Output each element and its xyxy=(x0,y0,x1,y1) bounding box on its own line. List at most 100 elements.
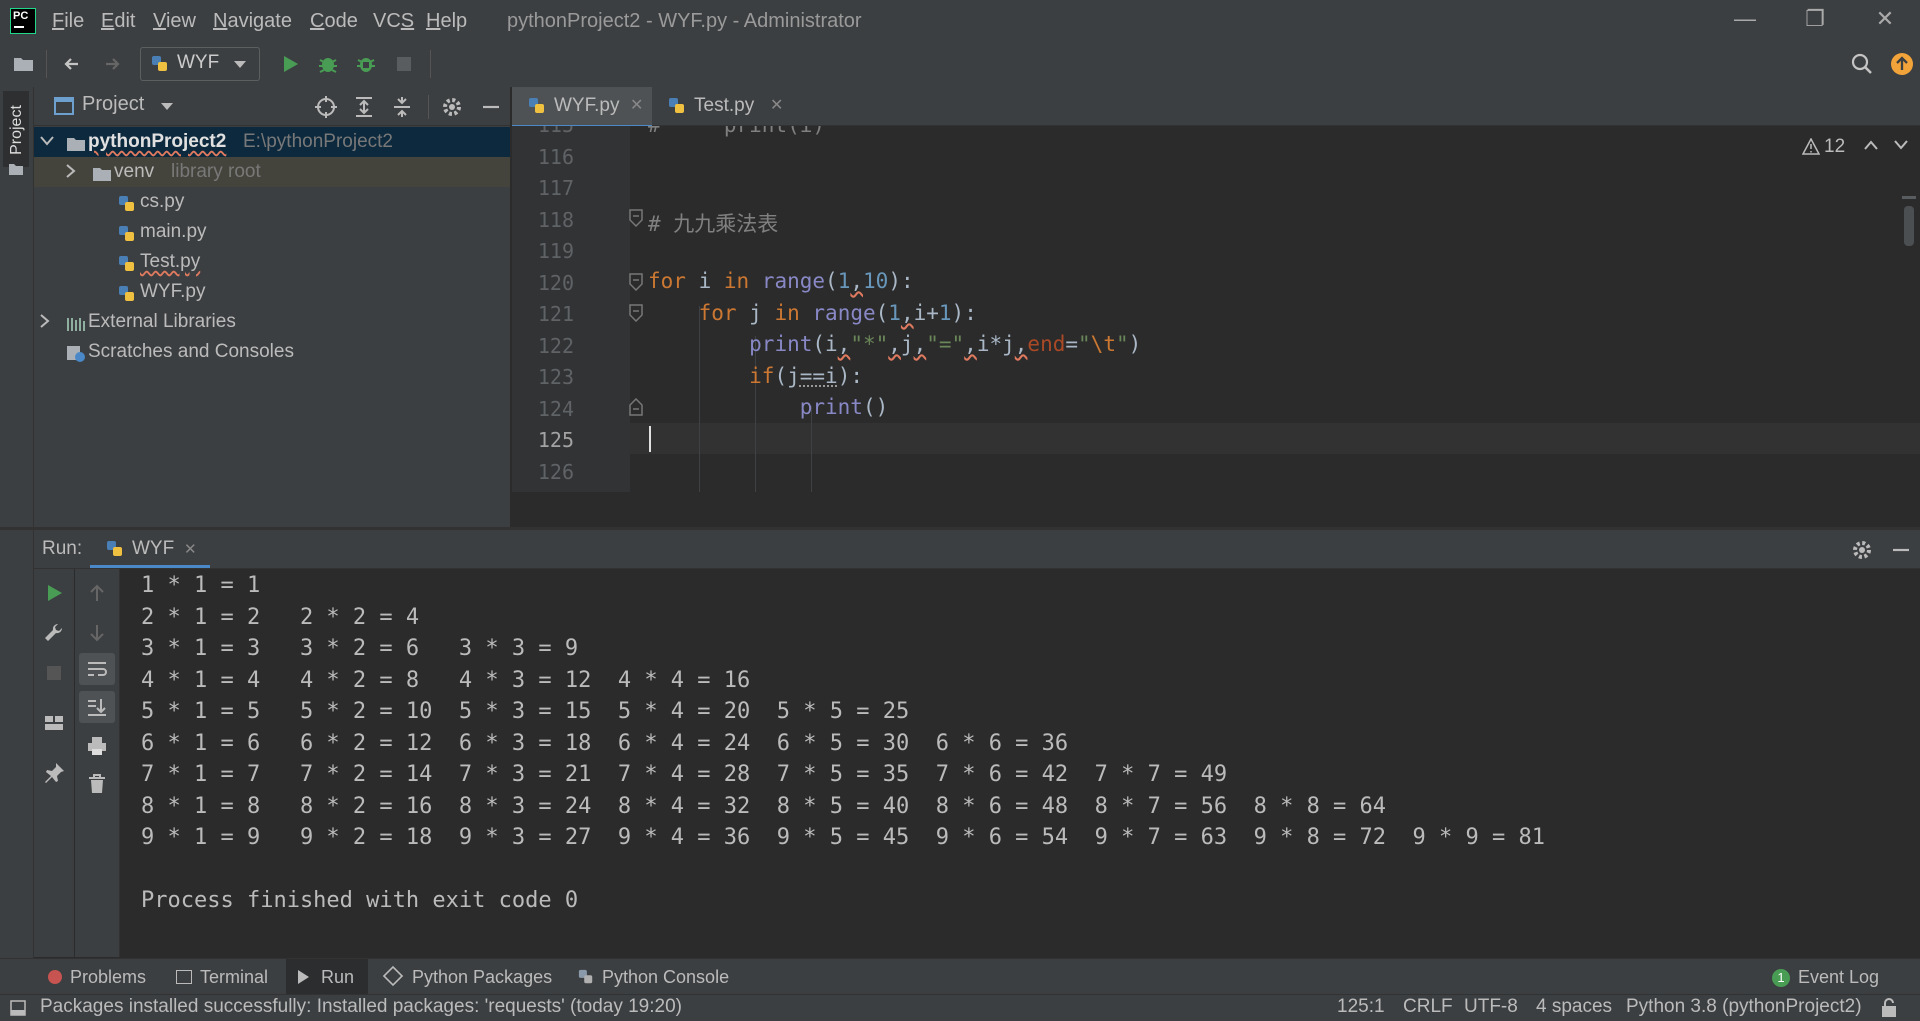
main-toolbar: WYF xyxy=(0,42,1920,88)
fold-marker-icon[interactable] xyxy=(628,304,644,322)
event-log-button[interactable]: 1 Event Log xyxy=(1772,959,1879,995)
stop-icon[interactable] xyxy=(390,50,418,78)
rerun-icon[interactable] xyxy=(42,581,66,605)
menu-code[interactable]: Code xyxy=(310,10,358,33)
line-separator[interactable]: CRLF xyxy=(1403,996,1453,1018)
chevron-down-icon[interactable] xyxy=(40,127,54,157)
caret-position[interactable]: 125:1 xyxy=(1337,996,1385,1018)
close-tab-icon[interactable]: ✕ xyxy=(184,540,197,558)
menu-edit[interactable]: Edit xyxy=(101,10,135,33)
line-number: 122 xyxy=(537,333,574,358)
line-number: 118 xyxy=(537,207,574,232)
print-icon[interactable] xyxy=(85,734,109,758)
status-message[interactable]: Packages installed successfully: Install… xyxy=(40,996,682,1018)
tree-item-cs-py[interactable]: cs.py xyxy=(34,187,510,217)
python-icon xyxy=(107,541,122,556)
status-bar: Packages installed successfully: Install… xyxy=(0,994,1920,1021)
tree-item-venv[interactable]: venv library root xyxy=(34,157,510,187)
project-panel-title[interactable]: Project xyxy=(82,93,144,116)
soft-wrap-toggle[interactable] xyxy=(79,653,115,685)
stop-icon[interactable] xyxy=(42,661,66,685)
tab-problems[interactable]: Problems xyxy=(48,959,146,995)
run-console-output[interactable]: 1 * 1 = 1 2 * 1 = 2 2 * 2 = 4 3 * 1 = 3 3 … xyxy=(120,569,1920,957)
tree-item-test-py[interactable]: Test.py xyxy=(34,247,510,277)
chevron-up-icon[interactable] xyxy=(1864,140,1878,150)
back-arrow-icon[interactable] xyxy=(58,50,86,78)
menu-help[interactable]: Help xyxy=(426,10,467,33)
restore-button[interactable]: ❐ xyxy=(1795,6,1835,36)
minimize-button[interactable]: — xyxy=(1725,6,1765,36)
line-number: 124 xyxy=(537,396,574,421)
tab-python-console[interactable]: Python Console xyxy=(578,959,729,995)
code-editor[interactable]: 115 116 117 118 119 120 121 122 123 124 125 126 # p… xyxy=(512,126,1920,492)
open-folder-icon[interactable] xyxy=(10,50,38,78)
gear-icon[interactable] xyxy=(1850,538,1874,562)
chevron-down-icon[interactable] xyxy=(1894,140,1908,150)
python-interpreter[interactable]: Python 3.8 (pythonProject2) xyxy=(1626,996,1862,1018)
chevron-down-icon[interactable] xyxy=(160,102,174,112)
hide-panel-icon[interactable] xyxy=(480,95,502,119)
run-configuration-select[interactable]: WYF xyxy=(140,47,260,81)
gear-icon[interactable] xyxy=(440,95,464,119)
left-tool-strip: Project xyxy=(0,87,34,959)
expand-all-icon[interactable] xyxy=(352,95,376,119)
pin-icon[interactable] xyxy=(42,761,66,785)
tree-item-wyf-py[interactable]: WYF.py xyxy=(34,277,510,307)
tree-item-external-libraries[interactable]: External Libraries xyxy=(34,307,510,337)
file-encoding[interactable]: UTF-8 xyxy=(1464,996,1518,1018)
project-tool-tab[interactable]: Project xyxy=(3,91,29,167)
menu-vcs[interactable]: VCS xyxy=(373,10,414,33)
hide-panel-icon[interactable] xyxy=(1890,538,1912,562)
menu-navigate[interactable]: Navigate xyxy=(213,10,292,33)
arrow-up-icon[interactable] xyxy=(85,581,109,605)
trash-icon[interactable] xyxy=(85,772,109,796)
forward-arrow-icon[interactable] xyxy=(98,50,126,78)
coverage-bug-icon[interactable] xyxy=(352,50,380,78)
close-tab-icon[interactable]: ✕ xyxy=(770,87,783,125)
menu-file[interactable]: File xyxy=(52,10,84,33)
fold-marker-icon[interactable] xyxy=(628,273,644,291)
collapse-all-icon[interactable] xyxy=(390,95,414,119)
locate-target-icon[interactable] xyxy=(314,95,338,119)
toggle-tool-windows-icon[interactable] xyxy=(10,1000,26,1016)
tab-python-packages[interactable]: Python Packages xyxy=(382,959,552,995)
indent-setting[interactable]: 4 spaces xyxy=(1536,996,1612,1018)
run-tab-wyf[interactable]: WYF ✕ xyxy=(90,530,210,568)
code-line: for j in range(1,i+1): xyxy=(698,301,977,325)
close-tab-icon[interactable]: ✕ xyxy=(630,87,643,125)
tree-item-scratches-and-consoles[interactable]: Scratches and Consoles xyxy=(34,337,510,367)
layout-icon[interactable] xyxy=(42,711,66,735)
chevron-right-icon[interactable] xyxy=(40,307,50,337)
project-tree: pythonProject2 E:\pythonProject2 venv libra… xyxy=(34,125,510,527)
arrow-down-icon[interactable] xyxy=(85,621,109,645)
tab-test-py[interactable]: Test.py ✕ xyxy=(652,87,792,125)
editor-scrollbar[interactable] xyxy=(1904,206,1914,246)
menu-view[interactable]: View xyxy=(153,10,196,33)
tab-run[interactable]: Run xyxy=(286,959,368,995)
run-icon[interactable] xyxy=(276,50,304,78)
line-number: 126 xyxy=(537,459,574,484)
search-icon[interactable] xyxy=(1848,50,1876,78)
python-file-icon xyxy=(118,223,136,241)
fold-marker-icon[interactable] xyxy=(628,398,644,416)
python-file-icon xyxy=(118,253,136,271)
lock-icon[interactable] xyxy=(1880,998,1898,1018)
warning-count[interactable]: 12 xyxy=(1824,136,1845,158)
tab-terminal[interactable]: Terminal xyxy=(176,959,268,995)
tool-window-bar: Problems Terminal Run Python Packages Py… xyxy=(0,958,1920,995)
line-number: 117 xyxy=(537,176,574,200)
tree-item-pythonproject2[interactable]: pythonProject2 E:\pythonProject2 xyxy=(34,127,510,157)
debug-bug-icon[interactable] xyxy=(314,50,342,78)
tree-item-main-py[interactable]: main.py xyxy=(34,217,510,247)
fold-marker-icon[interactable] xyxy=(628,209,644,227)
tab-wyf-py[interactable]: WYF.py ✕ xyxy=(512,87,652,128)
scroll-to-end-toggle[interactable] xyxy=(79,691,115,723)
wrench-icon[interactable] xyxy=(42,621,66,645)
project-panel: Project pythonProject2 E:\pythonProject2 v… xyxy=(34,87,510,527)
console-line: 3 * 1 = 3 3 * 2 = 6 3 * 3 = 9 xyxy=(141,636,579,661)
close-button[interactable]: ✕ xyxy=(1865,6,1905,36)
warning-icon[interactable] xyxy=(1802,138,1820,156)
update-icon[interactable] xyxy=(1888,50,1916,78)
chevron-right-icon[interactable] xyxy=(66,157,76,187)
tree-item-label: cs.py xyxy=(140,191,185,212)
